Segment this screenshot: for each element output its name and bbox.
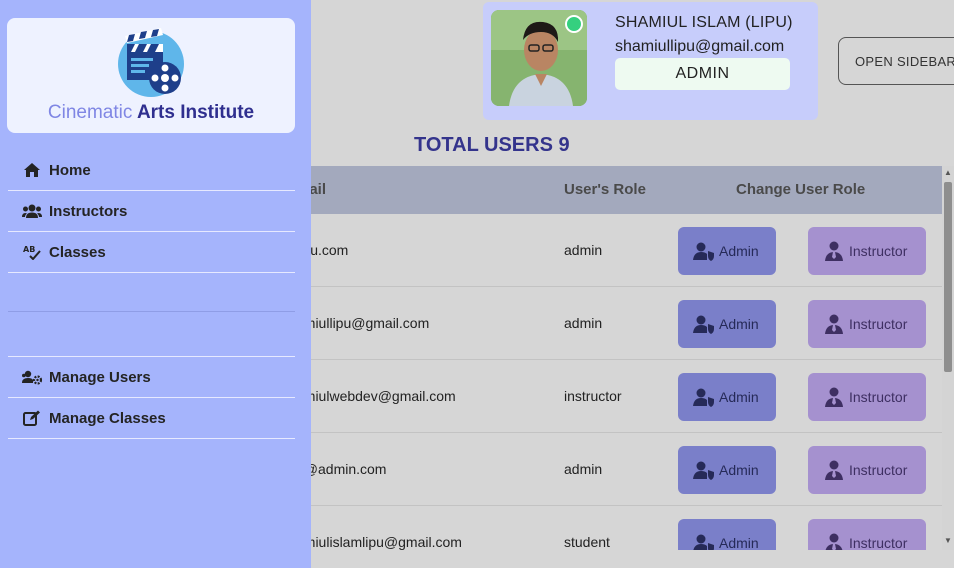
sidebar-item-label: Manage Classes [49,409,166,427]
user-shield-icon [693,387,715,407]
make-instructor-button[interactable]: Instructor [808,373,926,421]
brand-card[interactable]: Cinematic Arts Institute [7,18,295,133]
user-email: amiulwebdev@gmail.com [296,388,456,404]
sidebar-item-label: Instructors [49,202,128,220]
user-shield-icon [693,314,715,334]
profile-role-badge: ADMIN [615,58,790,90]
make-instructor-label: Instructor [849,389,908,405]
user-tie-icon [823,314,845,334]
sidebar-item-instructors[interactable]: Instructors [8,191,295,232]
make-instructor-label: Instructor [849,243,908,259]
user-role: admin [564,242,603,258]
make-admin-label: Admin [719,316,759,332]
user-email: amiullipu@gmail.com [296,315,430,331]
profile-name: SHAMIUL ISLAM (LIPU) [615,14,793,31]
make-admin-label: Admin [719,462,759,478]
total-users-heading: TOTAL USERS 9 [414,134,570,156]
user-tie-icon [823,460,845,480]
profile-card: SHAMIUL ISLAM (LIPU) shamiullipu@gmail.c… [483,2,818,120]
make-admin-button[interactable]: Admin [678,373,776,421]
sidebar-item-manage-users[interactable]: Manage Users [8,357,295,398]
sidebar-item-home[interactable]: Home [8,150,295,191]
user-shield-icon [693,241,715,261]
user-role: student [564,534,610,550]
user-role: admin [564,315,603,331]
users-icon [22,203,42,219]
home-icon [22,162,42,178]
make-instructor-label: Instructor [849,462,908,478]
brand-name-part1: Cinematic [47,102,133,123]
make-admin-button[interactable]: Admin [678,446,776,494]
user-role: admin [564,461,603,477]
user-email: amiulislamlipu@gmail.com [296,534,462,550]
edit-icon [22,410,42,426]
make-instructor-button[interactable]: Instructor [808,446,926,494]
column-header-change-role: Change User Role [736,181,866,198]
column-header-role: User's Role [564,181,646,198]
scroll-down-arrow-icon[interactable]: ▼ [944,536,952,546]
make-admin-label: Admin [719,243,759,259]
sidebar-item-label: Classes [49,243,106,261]
table-scrollbar[interactable]: ▲ ▼ [942,166,954,550]
svg-text:AB: AB [23,245,35,254]
make-instructor-button[interactable]: Instructor [808,227,926,275]
sidebar-item-classes[interactable]: AB Classes [8,232,295,273]
users-cog-icon [22,369,42,385]
make-instructor-button[interactable]: Instructor [808,519,926,550]
clapperboard-film-reel-icon [118,28,184,97]
make-admin-label: Admin [719,535,759,550]
scroll-up-arrow-icon[interactable]: ▲ [944,168,952,178]
open-sidebar-button[interactable]: OPEN SIDEBAR [838,37,954,85]
user-tie-icon [823,241,845,261]
sidebar-item-manage-classes[interactable]: Manage Classes [8,398,295,439]
user-tie-icon [823,387,845,407]
make-admin-button[interactable]: Admin [678,300,776,348]
sidebar-item-label: Home [49,161,91,179]
make-instructor-label: Instructor [849,535,908,550]
sidebar: Cinematic Arts Institute Home Instructor… [0,0,311,568]
brand-name-part2: Arts Institute [136,102,255,123]
make-instructor-button[interactable]: Instructor [808,300,926,348]
make-admin-button[interactable]: Admin [678,519,776,550]
profile-email: shamiullipu@gmail.com [615,38,785,55]
sidebar-spacer [8,316,295,357]
spell-check-icon: AB [22,244,42,260]
scrollbar-thumb[interactable] [944,182,952,372]
sidebar-divider [8,311,295,312]
make-admin-label: Admin [719,389,759,405]
sidebar-item-label: Manage Users [49,368,151,386]
brand-name: Cinematic Arts Institute [7,102,295,124]
online-status-indicator [565,15,583,33]
user-tie-icon [823,533,845,550]
user-role: instructor [564,388,622,404]
user-shield-icon [693,460,715,480]
make-instructor-label: Instructor [849,316,908,332]
make-admin-button[interactable]: Admin [678,227,776,275]
user-shield-icon [693,533,715,550]
